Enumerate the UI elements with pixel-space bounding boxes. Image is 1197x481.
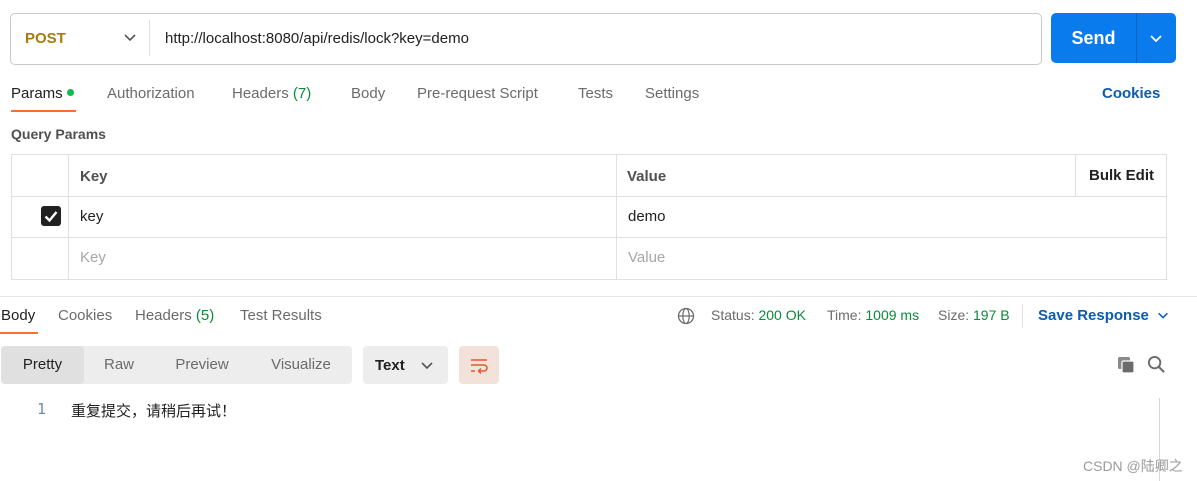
- line-number: 1: [37, 400, 47, 418]
- query-params-title: Query Params: [11, 126, 106, 142]
- tab-label: Params: [11, 85, 63, 102]
- column-header-key: Key: [80, 168, 108, 185]
- view-raw[interactable]: Raw: [84, 346, 154, 384]
- param-key-cell[interactable]: key: [80, 208, 103, 225]
- status-divider: [1022, 304, 1023, 328]
- cookies-link[interactable]: Cookies: [1102, 85, 1160, 102]
- format-select[interactable]: Text: [363, 346, 448, 384]
- active-response-tab-indicator: [0, 332, 38, 334]
- status-value: 200 OK: [758, 307, 806, 323]
- tab-tests[interactable]: Tests: [578, 85, 613, 102]
- tab-params[interactable]: Params: [11, 85, 74, 102]
- column-header-value: Value: [627, 168, 667, 185]
- view-mode-group: Pretty Raw Preview Visualize: [1, 346, 352, 384]
- new-value-input[interactable]: Value: [628, 249, 665, 266]
- chevron-down-icon[interactable]: [1156, 308, 1170, 322]
- status-label: Status:: [711, 307, 755, 323]
- tab-label: Tests: [578, 85, 614, 102]
- col-divider: [68, 155, 69, 279]
- copy-icon[interactable]: [1116, 355, 1136, 375]
- word-wrap-button[interactable]: [459, 346, 499, 384]
- new-key-input[interactable]: Key: [80, 249, 106, 266]
- send-label: Send: [1071, 28, 1116, 48]
- tab-label: Body: [351, 85, 386, 102]
- time-value: 1009 ms: [865, 307, 920, 323]
- tab-headers[interactable]: Headers (7): [232, 85, 311, 102]
- tab-test-results[interactable]: Test Results: [240, 307, 322, 324]
- chevron-down-icon: [421, 362, 433, 370]
- params-active-dot: [66, 88, 74, 96]
- send-button[interactable]: Send: [1051, 13, 1176, 63]
- tab-settings[interactable]: Settings: [645, 85, 699, 102]
- response-headers-count: (5): [195, 307, 215, 324]
- chevron-down-icon[interactable]: [1148, 30, 1164, 46]
- row-divider: [12, 237, 1166, 238]
- save-response-label: Save Response: [1038, 307, 1149, 324]
- status-info: Status: 200 OK: [711, 307, 806, 323]
- view-pretty[interactable]: Pretty: [1, 346, 84, 384]
- tab-pre-request-script[interactable]: Pre-request Script: [417, 85, 538, 102]
- tab-response-headers[interactable]: Headers (5): [135, 307, 214, 324]
- params-table: Key Value Bulk Edit key demo Key Value: [11, 154, 1167, 280]
- word-wrap-icon: [471, 359, 488, 375]
- checkbox-checked-icon[interactable]: [41, 206, 61, 226]
- view-preview[interactable]: Preview: [154, 346, 250, 384]
- url-input[interactable]: http://localhost:8080/api/redis/lock?key…: [165, 30, 469, 47]
- globe-icon[interactable]: [677, 307, 695, 325]
- tab-authorization[interactable]: Authorization: [107, 85, 195, 102]
- time-label: Time:: [827, 307, 862, 323]
- response-body-line[interactable]: 重复提交，请稍后再试！: [71, 400, 236, 421]
- view-visualize[interactable]: Visualize: [250, 346, 352, 384]
- request-bar: POST http://localhost:8080/api/redis/loc…: [10, 13, 1042, 65]
- bulk-edit-button[interactable]: Bulk Edit: [1089, 167, 1154, 184]
- tab-label: Headers: [135, 307, 192, 324]
- size-info: Size: 197 B: [938, 307, 1010, 323]
- tab-response-body[interactable]: Body: [1, 307, 35, 324]
- format-label: Text: [375, 357, 405, 374]
- method-select[interactable]: POST: [25, 30, 66, 47]
- watermark: CSDN @陆卿之: [1083, 458, 1183, 474]
- tab-label: Pre-request Script: [417, 85, 538, 102]
- param-value-cell[interactable]: demo: [628, 208, 666, 225]
- response-divider: [0, 296, 1197, 297]
- size-label: Size:: [938, 307, 970, 323]
- col-divider: [616, 155, 617, 279]
- headers-count: (7): [292, 85, 312, 102]
- save-response-button[interactable]: Save Response: [1038, 307, 1149, 324]
- col-divider: [1075, 155, 1076, 197]
- chevron-down-icon[interactable]: [122, 29, 138, 45]
- tab-label: Settings: [645, 85, 700, 102]
- row-divider: [12, 196, 1166, 197]
- tab-label: Authorization: [107, 85, 195, 102]
- search-icon[interactable]: [1147, 355, 1166, 374]
- send-divider: [1136, 13, 1137, 63]
- active-tab-indicator: [11, 110, 76, 112]
- size-value: 197 B: [973, 307, 1010, 323]
- tab-body[interactable]: Body: [351, 85, 385, 102]
- method-divider: [149, 20, 150, 56]
- tab-label: Headers: [232, 85, 289, 102]
- tab-response-cookies[interactable]: Cookies: [58, 307, 112, 324]
- time-info: Time: 1009 ms: [827, 307, 919, 323]
